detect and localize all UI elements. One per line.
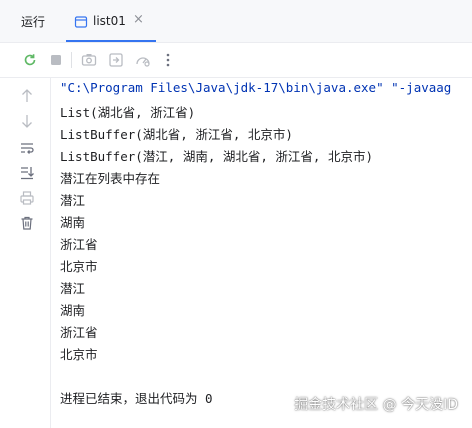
- screenshot-icon[interactable]: [80, 51, 98, 69]
- command-line: "C:\Program Files\Java\jdk-17\bin\java.e…: [60, 80, 452, 95]
- console-line: ListBuffer(湖北省, 浙江省, 北京市): [60, 127, 293, 142]
- console-line: List(湖北省, 浙江省): [60, 105, 196, 120]
- console-line: 浙江省: [60, 325, 98, 340]
- close-tab-icon[interactable]: ×: [133, 12, 144, 27]
- watermark: 掘金技术社区 @ 今天没ID: [294, 397, 458, 413]
- console-output[interactable]: "C:\Program Files\Java\jdk-17\bin\java.e…: [60, 80, 472, 428]
- trash-icon[interactable]: [19, 215, 35, 231]
- soft-wrap-icon[interactable]: [19, 140, 35, 156]
- console-line: 北京市: [60, 259, 98, 274]
- toolbar-divider: [71, 52, 72, 68]
- exit-message: 进程已结束，退出代码为 0: [60, 391, 213, 406]
- scroll-to-end-icon[interactable]: [19, 165, 35, 181]
- run-tool-window-title: 运行: [21, 15, 46, 29]
- more-icon[interactable]: [159, 51, 177, 69]
- console-line: 浙江省: [60, 237, 98, 252]
- console-line: 潜江在列表中存在: [60, 171, 161, 186]
- console-line: 潜江: [60, 281, 86, 296]
- print-icon[interactable]: [19, 190, 35, 206]
- active-tab-indicator: [66, 40, 156, 42]
- tab-label: list01: [93, 14, 126, 28]
- console-side-toolbar: [0, 78, 51, 428]
- arrow-down-icon[interactable]: [19, 113, 35, 129]
- stop-icon[interactable]: [47, 51, 65, 69]
- console-line: 北京市: [60, 347, 98, 362]
- console-line: 湖南: [60, 303, 86, 318]
- run-config-icon: [74, 14, 88, 33]
- run-tool-window-header: 运行 list01 ×: [0, 0, 472, 43]
- rerun-icon[interactable]: [21, 51, 39, 69]
- console-line: 湖南: [60, 215, 86, 230]
- arrow-up-icon[interactable]: [19, 88, 35, 104]
- console-line: ListBuffer(潜江, 湖南, 湖北省, 浙江省, 北京市): [60, 149, 374, 164]
- restore-layout-icon[interactable]: [107, 51, 125, 69]
- run-toolbar: [0, 43, 472, 78]
- console-line: 潜江: [60, 193, 86, 208]
- settings-gauge-icon[interactable]: [134, 51, 152, 69]
- tab-list01[interactable]: list01 ×: [66, 6, 156, 42]
